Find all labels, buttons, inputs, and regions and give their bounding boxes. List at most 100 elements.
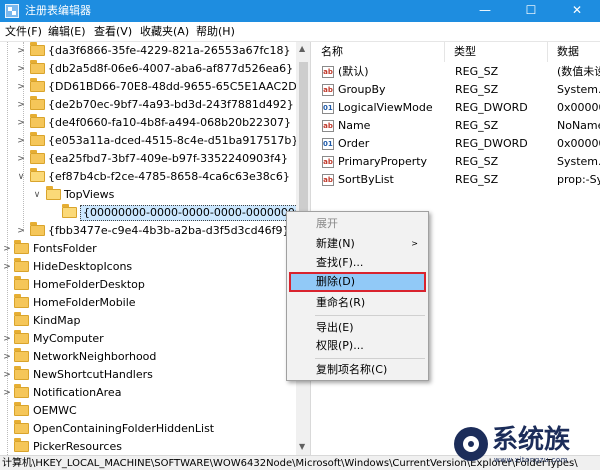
tree-item[interactable]: > {DD61BD66-70E8-48dd-9655-65C5E1AAC2D1} <box>0 78 310 96</box>
menu-file[interactable]: 文件(F) <box>5 25 42 39</box>
value-row[interactable]: ab (默认) REG_SZ (数值未设 <box>312 63 600 81</box>
menu-find[interactable]: 查找(F)... <box>289 253 426 273</box>
menu-favorites[interactable]: 收藏夹(A) <box>140 25 189 39</box>
tree-item[interactable]: > FontsFolder <box>0 240 296 258</box>
tree-item-label[interactable]: NetworkNeighborhood <box>33 350 156 364</box>
menu-rename[interactable]: 重命名(R) <box>289 293 426 313</box>
tree-item-label[interactable]: HomeFolderMobile <box>33 296 136 310</box>
value-row[interactable]: ab GroupBy REG_SZ System.S <box>312 81 600 99</box>
value-row[interactable]: ab SortByList REG_SZ prop:-Sy <box>312 171 600 189</box>
string-value-icon: ab <box>322 120 334 132</box>
expand-arrow-icon[interactable]: > <box>2 387 12 399</box>
value-type: REG_SZ <box>455 65 499 78</box>
tree-item[interactable]: > HideDesktopIcons <box>0 258 296 276</box>
registry-tree[interactable]: > {da3f6866-35fe-4229-821a-26553a67fc18}… <box>0 42 311 455</box>
expand-arrow-icon[interactable]: > <box>2 333 12 345</box>
tree-item-label[interactable]: KindMap <box>33 314 80 328</box>
tree-item-label[interactable]: {db2a5d8f-06e6-4007-aba6-af877d526ea6} <box>48 62 293 76</box>
tree-item-label[interactable]: MyComputer <box>33 332 104 346</box>
expand-arrow-icon[interactable]: > <box>2 369 12 381</box>
menu-delete[interactable]: 删除(D) <box>289 272 426 292</box>
tree-item[interactable]: > NotificationArea <box>0 384 296 402</box>
tree-item-label[interactable]: {da3f6866-35fe-4229-821a-26553a67fc18} <box>48 44 290 58</box>
tree-item-label[interactable]: NotificationArea <box>33 386 121 400</box>
expand-arrow-icon[interactable]: > <box>16 135 26 147</box>
tree-item-label[interactable]: {ea25fbd7-3bf7-409e-b97f-3352240903f4} <box>48 152 288 166</box>
tree-item[interactable]: > {e053a11a-dced-4515-8c4e-d51ba917517b} <box>0 132 298 150</box>
column-header-data[interactable]: 数据 <box>548 42 600 62</box>
menu-help[interactable]: 帮助(H) <box>196 25 235 39</box>
tree-item-label[interactable]: TopViews <box>64 188 114 202</box>
expand-arrow-icon[interactable]: > <box>2 351 12 363</box>
tree-item[interactable]: > {ea25fbd7-3bf7-409e-b97f-3352240903f4} <box>0 150 296 168</box>
value-row[interactable]: 011 LogicalViewMode REG_DWORD 0x00000 <box>312 99 600 117</box>
tree-item-label[interactable]: {DD61BD66-70E8-48dd-9655-65C5E1AAC2D1} <box>48 80 310 94</box>
menu-separator <box>315 315 425 316</box>
tree-item-label[interactable]: HomeFolderDesktop <box>33 278 145 292</box>
menu-expand[interactable]: 展开 <box>289 214 426 234</box>
tree-item-label[interactable]: {de2b70ec-9bf7-4a93-bd3d-243f7881d492} <box>48 98 294 112</box>
expand-arrow-icon[interactable]: > <box>16 117 26 129</box>
tree-item-label[interactable]: {e053a11a-dced-4515-8c4e-d51ba917517b} <box>48 134 298 148</box>
column-header-name[interactable]: 名称 <box>312 42 445 62</box>
scroll-up-icon[interactable]: ▲ <box>299 44 305 53</box>
tree-item-topviews[interactable]: ∨ TopViews <box>0 186 296 204</box>
tree-item-label[interactable]: HideDesktopIcons <box>33 260 132 274</box>
tree-item[interactable]: HomeFolderMobile <box>0 294 296 312</box>
expand-arrow-icon[interactable]: > <box>16 45 26 57</box>
tree-item-label[interactable]: {00000000-0000-0000-0000-000000000000} <box>80 205 310 221</box>
folder-icon <box>14 348 29 362</box>
expand-arrow-icon[interactable]: > <box>2 243 12 255</box>
collapse-arrow-icon[interactable]: ∨ <box>32 189 42 201</box>
tree-item[interactable]: > {de2b70ec-9bf7-4a93-bd3d-243f7881d492} <box>0 96 296 114</box>
value-row[interactable]: ab Name REG_SZ NoName <box>312 117 600 135</box>
column-header-type[interactable]: 类型 <box>445 42 548 62</box>
value-data: 0x00000 <box>557 101 600 114</box>
scroll-down-icon[interactable]: ▼ <box>299 442 305 451</box>
tree-item[interactable]: OEMWC <box>0 402 296 420</box>
value-row[interactable]: ab PrimaryProperty REG_SZ System.S <box>312 153 600 171</box>
folder-icon <box>30 132 45 146</box>
tree-item-label[interactable]: NewShortcutHandlers <box>33 368 153 382</box>
tree-item-label[interactable]: OEMWC <box>33 404 77 418</box>
menu-new[interactable]: 新建(N) > <box>289 234 426 254</box>
collapse-arrow-icon[interactable]: ∨ <box>16 171 26 183</box>
expand-arrow-icon[interactable]: > <box>16 63 26 75</box>
tree-item[interactable]: > NewShortcutHandlers <box>0 366 296 384</box>
menu-permissions[interactable]: 权限(P)... <box>289 336 426 356</box>
tree-item[interactable]: PickerResources <box>0 438 296 455</box>
expand-arrow-icon[interactable]: > <box>16 81 26 93</box>
expand-arrow-icon[interactable]: > <box>2 261 12 273</box>
value-data: NoName <box>557 119 600 132</box>
tree-item[interactable]: > {fbb3477e-c9e4-4b3b-a2ba-d3f5d3cd46f9} <box>0 222 296 240</box>
binary-value-icon: 011 <box>322 102 334 114</box>
tree-item[interactable]: > {db2a5d8f-06e6-4007-aba6-af877d526ea6} <box>0 60 296 78</box>
close-button[interactable]: ✕ <box>554 0 600 22</box>
menu-copy-key-name[interactable]: 复制项名称(C) <box>289 360 426 380</box>
menu-edit[interactable]: 编辑(E) <box>48 25 86 39</box>
tree-item[interactable]: OpenContainingFolderHiddenList <box>0 420 296 438</box>
value-row[interactable]: 011 Order REG_DWORD 0x00000 <box>312 135 600 153</box>
tree-item[interactable]: > NetworkNeighborhood <box>0 348 296 366</box>
tree-item[interactable]: > {de4f0660-fa10-4b8f-a494-068b20b22307} <box>0 114 296 132</box>
tree-item-selected[interactable]: {00000000-0000-0000-0000-000000000000} <box>0 204 310 222</box>
tree-item[interactable]: > {da3f6866-35fe-4229-821a-26553a67fc18} <box>0 42 296 60</box>
expand-arrow-icon[interactable]: > <box>16 225 26 237</box>
tree-item-label[interactable]: {ef87b4cb-f2ce-4785-8658-4ca6c63e38c6} <box>48 170 290 184</box>
tree-item-label[interactable]: OpenContainingFolderHiddenList <box>33 422 214 436</box>
tree-item[interactable]: HomeFolderDesktop <box>0 276 296 294</box>
tree-item[interactable]: > MyComputer <box>0 330 296 348</box>
minimize-button[interactable]: — <box>462 0 508 22</box>
tree-item-label[interactable]: PickerResources <box>33 440 122 454</box>
tree-item-label[interactable]: FontsFolder <box>33 242 97 256</box>
tree-item[interactable]: ∨ {ef87b4cb-f2ce-4785-8658-4ca6c63e38c6} <box>0 168 296 186</box>
tree-item[interactable]: KindMap <box>0 312 296 330</box>
expand-arrow-icon[interactable]: > <box>16 99 26 111</box>
tree-item-label[interactable]: {de4f0660-fa10-4b8f-a494-068b20b22307} <box>48 116 291 130</box>
menu-view[interactable]: 查看(V) <box>94 25 132 39</box>
tree-item-label[interactable]: {fbb3477e-c9e4-4b3b-a2ba-d3f5d3cd46f9} <box>48 224 289 238</box>
menu-export[interactable]: 导出(E) <box>289 318 426 338</box>
expand-arrow-icon[interactable]: > <box>16 153 26 165</box>
maximize-button[interactable]: ☐ <box>508 0 554 22</box>
menu-delete-label: 删除(D) <box>316 275 356 288</box>
